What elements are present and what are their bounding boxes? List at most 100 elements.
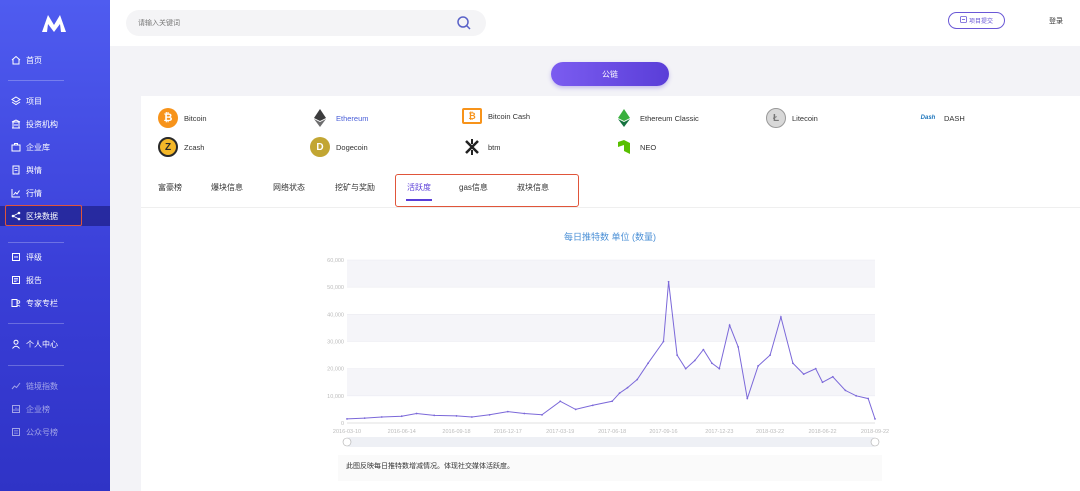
x-tick-label: 2017-06-18 bbox=[598, 429, 626, 435]
chart-title: 每日推特数 单位 (数量) bbox=[564, 232, 656, 242]
logo-icon[interactable] bbox=[40, 12, 68, 34]
tab-mining-rewards[interactable]: 挖矿与奖励 bbox=[335, 182, 375, 193]
sidebar-item-enterprise-ranking[interactable]: 企业榜 bbox=[0, 399, 110, 419]
coin-label: Bitcoin bbox=[184, 113, 207, 123]
zoom-slider-handle-left[interactable] bbox=[342, 437, 352, 447]
coin-dash[interactable]: Dash DASH bbox=[918, 108, 965, 128]
sidebar-item-projects[interactable]: 项目 bbox=[0, 91, 110, 111]
sidebar-divider bbox=[8, 80, 64, 81]
data-point bbox=[718, 367, 721, 370]
sidebar-item-label: 企业榜 bbox=[26, 404, 50, 414]
data-point bbox=[867, 397, 870, 400]
coin-label: Litecoin bbox=[792, 113, 818, 123]
y-tick-label: 0 bbox=[341, 421, 344, 427]
litecoin-icon: Ł bbox=[766, 108, 786, 128]
top-bar: 项目提交 登录 bbox=[110, 0, 1080, 46]
data-point bbox=[667, 280, 670, 283]
sidebar-item-market[interactable]: 行情 bbox=[0, 183, 110, 203]
coin-zcash[interactable]: Z Zcash bbox=[158, 137, 204, 157]
data-point bbox=[618, 392, 621, 395]
data-point bbox=[737, 346, 740, 348]
ranking-icon bbox=[10, 404, 21, 415]
coin-ethereum-classic[interactable]: Ethereum Classic bbox=[614, 108, 699, 128]
x-tick-label: 2018-06-22 bbox=[808, 429, 836, 435]
data-point bbox=[780, 316, 782, 318]
zoom-slider-track bbox=[347, 437, 875, 447]
sidebar-item-enterprises[interactable]: 企业库 bbox=[0, 137, 110, 157]
coin-ethereum[interactable]: Ethereum bbox=[310, 108, 369, 128]
tab-rich-list[interactable]: 富豪榜 bbox=[158, 182, 182, 193]
x-tick-label: 2017-09-16 bbox=[649, 429, 677, 435]
coin-bitcoin-cash[interactable]: ₿ Bitcoin Cash bbox=[462, 108, 530, 124]
report-icon bbox=[10, 275, 21, 286]
user-icon bbox=[10, 339, 21, 350]
public-chain-button[interactable]: 公链 bbox=[551, 62, 669, 86]
login-link[interactable]: 登录 bbox=[1049, 16, 1063, 26]
sidebar-item-news[interactable]: 舆情 bbox=[0, 160, 110, 180]
sidebar-item-investors[interactable]: 投资机构 bbox=[0, 114, 110, 134]
sidebar-item-profile[interactable]: 个人中心 bbox=[0, 334, 110, 354]
expert-icon bbox=[10, 298, 21, 309]
data-point bbox=[591, 404, 594, 407]
data-point bbox=[821, 381, 824, 384]
bitcoin-cash-icon: ₿ bbox=[462, 108, 482, 124]
sidebar-item-label: 首页 bbox=[26, 55, 42, 65]
x-tick-label: 2016-12-17 bbox=[494, 429, 522, 435]
coin-neo[interactable]: NEO bbox=[614, 137, 656, 157]
data-point bbox=[711, 362, 713, 365]
coin-bitcoin[interactable]: ₿ Bitcoin bbox=[158, 108, 207, 128]
sidebar-item-experts[interactable]: 专家专栏 bbox=[0, 293, 110, 313]
tab-block-info[interactable]: 爆块信息 bbox=[211, 182, 243, 193]
y-tick-label: 10,000 bbox=[327, 394, 344, 400]
tab-network-status[interactable]: 网络状态 bbox=[273, 182, 305, 193]
coin-label: Ethereum bbox=[336, 113, 369, 123]
highlight-outline bbox=[395, 174, 579, 207]
sidebar-item-wechat-ranking[interactable]: 公众号榜 bbox=[0, 422, 110, 442]
sidebar-item-reports[interactable]: 报告 bbox=[0, 270, 110, 290]
sidebar-item-index[interactable]: 链境指数 bbox=[0, 376, 110, 396]
coin-litecoin[interactable]: Ł Litecoin bbox=[766, 108, 818, 128]
search-icon[interactable] bbox=[456, 15, 472, 31]
data-point bbox=[769, 354, 771, 356]
dogecoin-icon: D bbox=[310, 137, 330, 157]
search-input[interactable] bbox=[138, 16, 438, 30]
sidebar-item-home[interactable]: 首页 bbox=[0, 50, 110, 70]
home-icon bbox=[10, 55, 21, 66]
data-point bbox=[676, 354, 679, 356]
ethereum-icon bbox=[310, 108, 330, 128]
coin-label: DASH bbox=[944, 113, 965, 123]
coin-btm[interactable]: btm bbox=[462, 137, 501, 157]
coin-label: Zcash bbox=[184, 142, 205, 152]
bitcoin-icon: ₿ bbox=[158, 108, 178, 128]
y-tick-label: 20,000 bbox=[327, 367, 344, 373]
data-point bbox=[346, 418, 348, 420]
data-point bbox=[470, 416, 473, 418]
data-point bbox=[455, 415, 458, 417]
zoom-slider-handle-right[interactable] bbox=[870, 437, 880, 447]
data-point bbox=[684, 367, 687, 370]
data-point bbox=[647, 362, 649, 365]
tweets-chart: 0 10,000 20,000 30,000 40,000 50,000 60,000 201… bbox=[327, 258, 889, 447]
data-point bbox=[433, 414, 436, 417]
building-icon bbox=[10, 119, 21, 130]
grid-band bbox=[347, 314, 875, 342]
data-point bbox=[814, 367, 817, 370]
data-point bbox=[611, 400, 614, 403]
ethereum-classic-icon bbox=[614, 108, 634, 128]
coin-label: Ethereum Classic bbox=[640, 113, 699, 123]
sidebar-item-label: 链境指数 bbox=[26, 381, 58, 391]
chart-icon bbox=[10, 188, 21, 199]
grid-band bbox=[347, 368, 875, 396]
project-submit-button[interactable]: 项目提交 bbox=[948, 12, 1005, 29]
x-tick-label: 2018-03-22 bbox=[756, 429, 784, 435]
coin-dogecoin[interactable]: D Dogecoin bbox=[310, 137, 368, 157]
data-point bbox=[400, 415, 403, 418]
data-point bbox=[844, 389, 847, 392]
data-point bbox=[693, 359, 696, 362]
data-point bbox=[702, 348, 705, 351]
document-icon bbox=[10, 165, 21, 176]
data-point bbox=[559, 400, 562, 403]
search-bar bbox=[126, 10, 486, 36]
data-point bbox=[506, 410, 509, 413]
sidebar-item-rating[interactable]: 评级 bbox=[0, 247, 110, 267]
